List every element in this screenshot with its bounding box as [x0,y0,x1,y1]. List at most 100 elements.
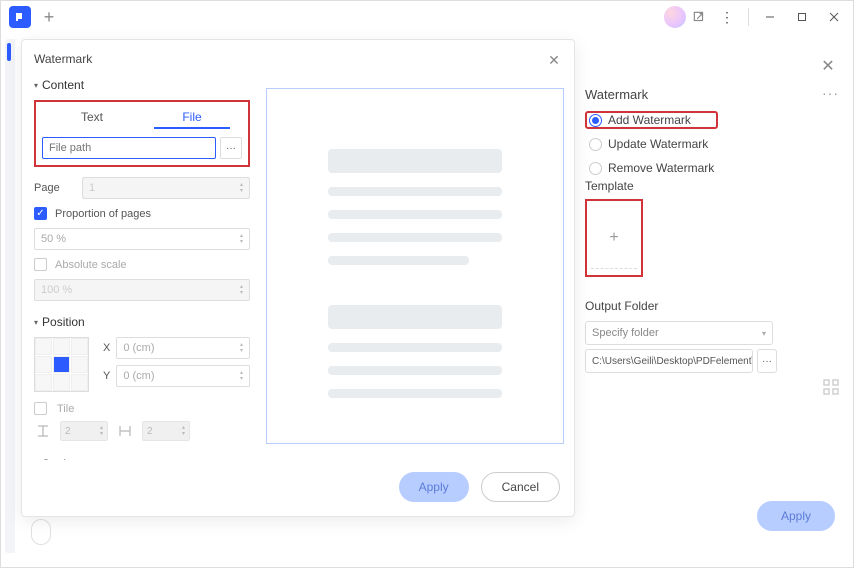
preview-placeholder [328,305,503,329]
preview-placeholder [328,187,503,196]
apply-panel-button[interactable]: Apply [757,501,835,531]
titlebar-left: + [5,5,61,29]
tab-plus-icon[interactable]: + [37,5,61,29]
share-icon[interactable] [688,6,710,28]
spinner-icon: ▴▾ [240,284,243,296]
preview-placeholder [328,256,470,265]
tile-vertical-icon [34,422,52,440]
tile-check-row: Tile [34,402,250,415]
titlebar: + ⋮ [1,1,853,33]
ai-assistant-icon[interactable] [664,6,686,28]
browse-folder-button[interactable]: ··· [757,349,777,373]
window-minimize-button[interactable] [755,3,785,31]
absolute-checkbox[interactable] [34,258,47,271]
anchor-center[interactable] [53,356,70,373]
output-folder-select[interactable]: Specify folder ▾ [585,321,773,345]
kebab-icon[interactable]: ⋮ [712,3,742,31]
panel-title: Watermark [585,87,648,102]
tile-vertical-input: 2 ▴▾ [60,421,108,441]
field-label: X [103,342,110,354]
caret-right-icon: ▸ [34,460,38,461]
input-value: 0 (cm) [123,342,154,354]
input-value: 2 [147,426,153,437]
checkbox-label: Absolute scale [55,259,127,271]
section-label: Position [42,315,85,329]
tile-horizontal-input: 2 ▴▾ [142,421,190,441]
template-label: Template [585,179,634,193]
section-label: Content [42,78,84,92]
preview-placeholder [328,343,503,352]
select-value: Specify folder [592,327,659,339]
spinner-icon[interactable]: ▴▾ [240,233,243,245]
close-icon[interactable]: ✕ [544,50,564,70]
radio-icon [589,138,602,151]
window-close-button[interactable] [819,3,849,31]
radio-add-watermark[interactable]: Add Watermark [585,111,718,129]
position-offset-fields: X 0 (cm) ▴▾ Y 0 (cm) ▴▾ [103,337,250,387]
tab-text[interactable]: Text [42,106,142,128]
output-folder-label: Output Folder [585,299,658,313]
file-path-input[interactable] [42,137,216,159]
field-label: Page [34,182,74,194]
x-offset-row: X 0 (cm) ▴▾ [103,337,250,359]
chevron-down-icon: ▾ [762,329,766,338]
checkbox-label: Proportion of pages [55,208,151,220]
app-icon[interactable] [9,6,31,28]
input-value: 100 % [41,284,72,296]
close-icon[interactable]: ✕ [817,55,839,77]
watermark-mode-radios: Add Watermark Update Watermark Remove Wa… [585,111,718,177]
file-browse-button[interactable]: ··· [220,137,242,159]
modal-footer: Apply Cancel [399,472,560,502]
tile-spacing-row: 2 ▴▾ 2 ▴▾ [34,421,250,441]
page-indicator-behind [31,519,51,545]
input-value: 0 (cm) [123,370,154,382]
radio-update-watermark[interactable]: Update Watermark [585,135,718,153]
window-maximize-button[interactable] [787,3,817,31]
tile-checkbox[interactable] [34,402,47,415]
page-input[interactable]: 1 ▴▾ [82,177,250,199]
spinner-icon[interactable]: ▴▾ [240,342,243,354]
absolute-input: 100 % ▴▾ [34,279,250,301]
proportion-input[interactable]: 50 % ▴▾ [34,228,250,250]
radio-icon [589,162,602,175]
proportion-checkbox[interactable]: ✓ [34,207,47,220]
anchor-grid[interactable] [34,337,89,392]
preview-placeholder [328,389,503,398]
watermark-modal: Watermark ✕ ▾ Content Text File ··· Page… [21,39,575,517]
spinner-icon[interactable]: ▴▾ [240,182,243,194]
watermark-side-panel: ✕ ··· Watermark Add Watermark Update Wat… [591,41,839,553]
page-field: Page 1 ▴▾ [34,177,250,199]
more-icon[interactable]: ··· [822,85,839,101]
proportion-check-row: ✓ Proportion of pages [34,207,250,220]
apply-button[interactable]: Apply [399,472,469,502]
section-position-header[interactable]: ▾ Position [34,315,250,329]
spinner-icon[interactable]: ▴▾ [240,370,243,382]
modal-title: Watermark [34,52,92,66]
modal-left-column: ▾ Content Text File ··· Page 1 ▴▾ ✓ Prop… [34,78,250,460]
radio-remove-watermark[interactable]: Remove Watermark [585,159,718,177]
radio-label: Update Watermark [608,137,708,151]
y-offset-row: Y 0 (cm) ▴▾ [103,365,250,387]
section-content-header[interactable]: ▾ Content [34,78,250,92]
input-value: 1 [89,182,95,194]
add-template-button[interactable]: + [585,199,643,277]
section-label: Setting [42,457,79,460]
content-source-highlight: Text File ··· [34,100,250,167]
proportion-value-row: 50 % ▴▾ [34,228,250,250]
absolute-value-row: 100 % ▴▾ [34,279,250,301]
preview-placeholder [328,233,503,242]
grid-view-icon[interactable] [823,379,839,400]
y-offset-input[interactable]: 0 (cm) ▴▾ [116,365,250,387]
input-value: 2 [65,426,71,437]
tab-file[interactable]: File [142,106,242,128]
left-sidebar-collapsed[interactable] [5,39,15,553]
cancel-button[interactable]: Cancel [481,472,560,502]
caret-down-icon: ▾ [34,81,38,90]
position-controls: X 0 (cm) ▴▾ Y 0 (cm) ▴▾ [34,337,250,392]
input-value: 50 % [41,233,66,245]
section-setting-header[interactable]: ▸ Setting [34,457,250,460]
output-folder-path[interactable]: C:\Users\Geili\Desktop\PDFelement\W... [585,349,753,373]
tile-horizontal-icon [116,422,134,440]
x-offset-input[interactable]: 0 (cm) ▴▾ [116,337,250,359]
content-tabs: Text File [42,106,242,129]
